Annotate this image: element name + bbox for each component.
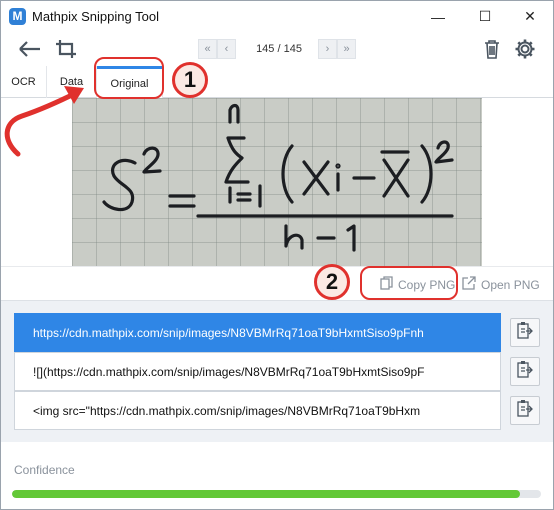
annotation-number: 2 xyxy=(325,269,339,294)
copy-link-markdown-button[interactable] xyxy=(510,357,540,386)
confidence-label: Confidence xyxy=(14,463,75,477)
clipboard-icon xyxy=(517,360,533,383)
gear-icon[interactable] xyxy=(512,36,538,62)
link-formats-panel: https://cdn.mathpix.com/snip/images/N8VB… xyxy=(1,300,553,442)
close-button[interactable]: ✕ xyxy=(507,1,553,32)
copy-link-url-button[interactable] xyxy=(510,318,540,347)
toolbar: « ‹ 145 / 145 › » xyxy=(1,32,553,66)
annotation-step-2: 2 xyxy=(314,264,350,300)
first-page-icon[interactable]: « xyxy=(198,39,217,59)
title-bar: M Mathpix Snipping Tool — ☐ ✕ xyxy=(1,1,553,32)
external-link-icon xyxy=(462,276,476,293)
handwritten-formula-image xyxy=(102,103,454,252)
window-title: Mathpix Snipping Tool xyxy=(32,9,159,24)
clipboard-icon xyxy=(517,399,533,422)
snip-photo xyxy=(72,98,482,266)
link-text: <img src="https://cdn.mathpix.com/snip/i… xyxy=(33,404,421,418)
link-text: https://cdn.mathpix.com/snip/images/N8VB… xyxy=(33,326,424,340)
mathpix-logo-icon: M xyxy=(9,8,26,25)
link-markdown-field[interactable]: ![](https://cdn.mathpix.com/snip/images/… xyxy=(14,352,501,391)
confidence-bar xyxy=(12,490,541,498)
next-page-icon[interactable]: › xyxy=(318,39,337,59)
back-arrow-icon[interactable] xyxy=(17,36,43,62)
link-html-field[interactable]: <img src="https://cdn.mathpix.com/snip/i… xyxy=(14,391,501,430)
confidence-bar-fill xyxy=(12,490,520,498)
maximize-button[interactable]: ☐ xyxy=(462,1,508,32)
page-counter: 145 / 145 xyxy=(256,43,302,55)
app-window: M Mathpix Snipping Tool — ☐ ✕ « ‹ 145 / … xyxy=(0,0,554,510)
link-text: ![](https://cdn.mathpix.com/snip/images/… xyxy=(33,365,425,379)
copy-link-html-button[interactable] xyxy=(510,396,540,425)
annotation-step-1: 1 xyxy=(172,62,208,98)
nav-forward-group: › » xyxy=(318,39,356,59)
trash-icon[interactable] xyxy=(479,36,505,62)
open-png-label: Open PNG xyxy=(481,277,540,292)
previous-page-icon[interactable]: ‹ xyxy=(217,39,236,59)
annotation-number: 1 xyxy=(183,67,197,92)
open-png-button[interactable]: Open PNG xyxy=(462,276,540,293)
link-url-field[interactable]: https://cdn.mathpix.com/snip/images/N8VB… xyxy=(14,313,501,352)
nav-back-group: « ‹ xyxy=(198,39,236,59)
annotation-highlight-original-tab xyxy=(94,57,164,99)
annotation-highlight-copy-png xyxy=(360,266,458,300)
clipboard-icon xyxy=(517,321,533,344)
annotation-arrow xyxy=(4,86,84,157)
screen-snip-icon[interactable] xyxy=(53,36,79,62)
last-page-icon[interactable]: » xyxy=(337,39,356,59)
minimize-button[interactable]: — xyxy=(415,1,461,32)
image-actions-row: Copy PNG Open PNG xyxy=(1,266,553,300)
